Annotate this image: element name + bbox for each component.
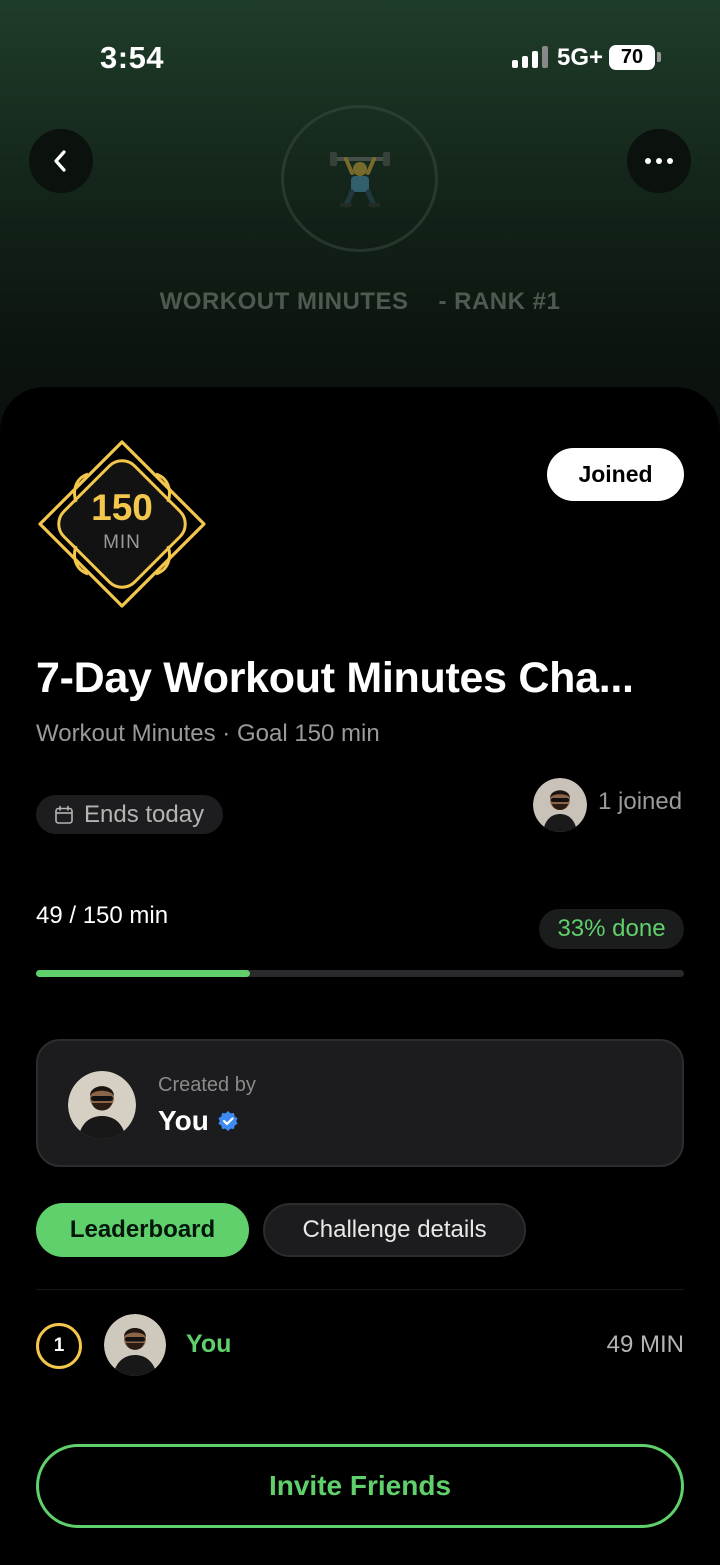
verified-badge-icon: [218, 1111, 238, 1131]
goal-unit: MIN: [103, 532, 141, 553]
ends-label: Ends today: [84, 800, 205, 828]
created-by-label: Created by: [158, 1074, 256, 1096]
chevron-left-icon: [54, 150, 66, 172]
creator-name-row: You: [158, 1105, 239, 1137]
network-type: 5G+: [557, 44, 604, 71]
goal-value: 150: [91, 487, 153, 528]
ends-chip: Ends today: [36, 795, 224, 834]
challenge-meta: Workout Minutes · Goal 150 min: [36, 720, 380, 747]
back-button[interactable]: [29, 129, 93, 193]
leaderboard-name: You: [186, 1330, 232, 1358]
joined-button[interactable]: Joined: [547, 448, 684, 501]
percent-done-badge: 33% done: [539, 909, 684, 949]
challenge-title: 7-Day Workout Minutes Cha...: [36, 654, 634, 702]
category-label: WORKOUT MINUTES: [159, 288, 409, 315]
tab-challenge-details[interactable]: Challenge details: [263, 1203, 526, 1257]
more-options-button[interactable]: [627, 129, 691, 193]
tab-leaderboard[interactable]: Leaderboard: [36, 1203, 249, 1257]
rank-badge: 1: [36, 1323, 82, 1369]
divider: [36, 1289, 684, 1290]
avatar: [104, 1314, 166, 1376]
battery-cap: [657, 52, 661, 62]
status-time: 3:54: [100, 40, 165, 75]
signal-icon: [512, 46, 548, 68]
leaderboard-score: 49 MIN: [606, 1331, 684, 1358]
ellipsis-icon: [645, 158, 673, 164]
avatar[interactable]: [533, 778, 587, 832]
weightlifter-icon: [329, 151, 390, 207]
progress-text: 49 / 150 min: [36, 902, 169, 929]
calendar-icon: [55, 805, 73, 824]
leaderboard-row[interactable]: 1 You 49 MIN: [36, 1314, 684, 1376]
progress-fill: [36, 970, 250, 977]
challenge-subtitle: WORKOUT MINUTES - RANK #1: [0, 288, 720, 316]
invite-friends-button[interactable]: Invite Friends: [36, 1444, 684, 1528]
joined-count: 1 joined: [598, 788, 683, 815]
rank-label: - RANK #1: [438, 288, 561, 315]
creator-name: You: [158, 1105, 209, 1136]
creator-card[interactable]: Created by You: [36, 1039, 684, 1167]
avatar: [68, 1071, 136, 1139]
challenge-emblem: [281, 105, 438, 252]
battery-icon: 70: [609, 45, 655, 70]
progress-bar: [36, 970, 684, 977]
